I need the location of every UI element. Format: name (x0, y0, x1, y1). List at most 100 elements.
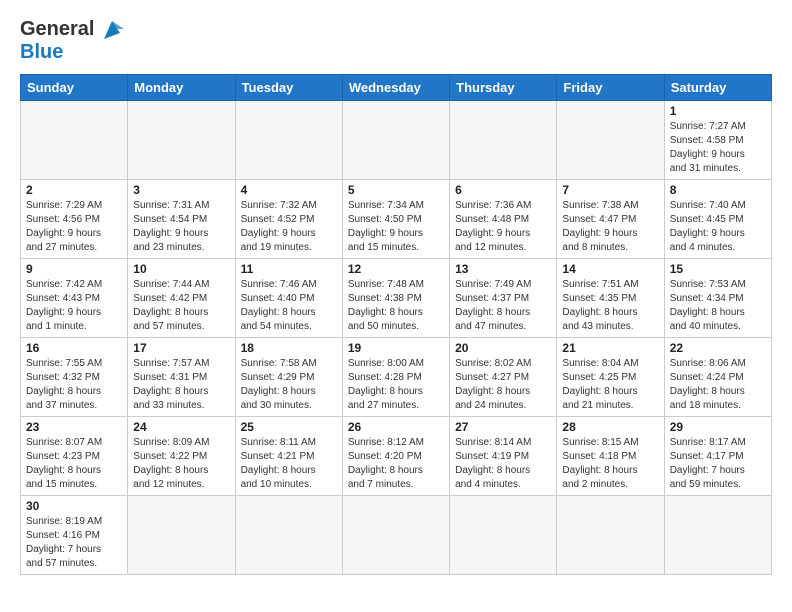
day-info: Sunrise: 7:55 AM Sunset: 4:32 PM Dayligh… (26, 357, 122, 413)
day-info: Sunrise: 8:17 AM Sunset: 4:17 PM Dayligh… (670, 436, 766, 492)
day-info: Sunrise: 8:19 AM Sunset: 4:16 PM Dayligh… (26, 515, 122, 571)
day-info: Sunrise: 8:09 AM Sunset: 4:22 PM Dayligh… (133, 436, 229, 492)
day-info: Sunrise: 7:42 AM Sunset: 4:43 PM Dayligh… (26, 278, 122, 334)
calendar-cell (21, 101, 128, 180)
weekday-header-monday: Monday (128, 75, 235, 101)
day-info: Sunrise: 7:31 AM Sunset: 4:54 PM Dayligh… (133, 199, 229, 255)
calendar-cell: 10Sunrise: 7:44 AM Sunset: 4:42 PM Dayli… (128, 259, 235, 338)
calendar-cell: 7 Sunrise: 7:38 AM Sunset: 4:47 PM Daylig… (557, 180, 664, 259)
calendar-cell: 5 Sunrise: 7:34 AM Sunset: 4:50 PM Daylig… (342, 180, 449, 259)
day-info: Sunrise: 7:57 AM Sunset: 4:31 PM Dayligh… (133, 357, 229, 413)
day-number: 9 (26, 262, 122, 276)
day-number: 14 (562, 262, 658, 276)
day-info: Sunrise: 7:36 AM Sunset: 4:48 PM Dayligh… (455, 199, 551, 255)
calendar-cell: 3 Sunrise: 7:31 AM Sunset: 4:54 PM Daylig… (128, 180, 235, 259)
logo-blue-text: Blue (20, 41, 63, 63)
day-number: 19 (348, 341, 444, 355)
weekday-header-saturday: Saturday (664, 75, 771, 101)
calendar-cell (235, 101, 342, 180)
calendar-cell: 22Sunrise: 8:06 AM Sunset: 4:24 PM Dayli… (664, 338, 771, 417)
calendar-cell: 27 Sunrise: 8:14 AM Sunset: 4:19 PM Dayli… (450, 417, 557, 496)
calendar-cell: 13Sunrise: 7:49 AM Sunset: 4:37 PM Dayli… (450, 259, 557, 338)
day-number: 7 (562, 183, 658, 197)
day-number: 11 (241, 262, 337, 276)
day-info: Sunrise: 7:34 AM Sunset: 4:50 PM Dayligh… (348, 199, 444, 255)
day-info: Sunrise: 7:48 AM Sunset: 4:38 PM Dayligh… (348, 278, 444, 334)
calendar-cell (557, 101, 664, 180)
day-info: Sunrise: 7:44 AM Sunset: 4:42 PM Dayligh… (133, 278, 229, 334)
day-number: 26 (348, 420, 444, 434)
calendar-row-2: 2Sunrise: 7:29 AM Sunset: 4:56 PM Daylig… (21, 180, 772, 259)
calendar-cell (128, 101, 235, 180)
day-info: Sunrise: 8:02 AM Sunset: 4:27 PM Dayligh… (455, 357, 551, 413)
calendar-cell: 1 Sunrise: 7:27 AM Sunset: 4:58 PM Daylig… (664, 101, 771, 180)
day-info: Sunrise: 8:11 AM Sunset: 4:21 PM Dayligh… (241, 436, 337, 492)
day-number: 4 (241, 183, 337, 197)
day-number: 13 (455, 262, 551, 276)
day-info: Sunrise: 8:07 AM Sunset: 4:23 PM Dayligh… (26, 436, 122, 492)
calendar-cell (450, 496, 557, 575)
calendar-cell: 30 Sunrise: 8:19 AM Sunset: 4:16 PM Dayli… (21, 496, 128, 575)
day-number: 8 (670, 183, 766, 197)
logo: General Blue (20, 18, 126, 64)
day-number: 17 (133, 341, 229, 355)
day-info: Sunrise: 8:04 AM Sunset: 4:25 PM Dayligh… (562, 357, 658, 413)
day-number: 12 (348, 262, 444, 276)
calendar-cell (128, 496, 235, 575)
calendar-cell: 2Sunrise: 7:29 AM Sunset: 4:56 PM Daylig… (21, 180, 128, 259)
day-number: 3 (133, 183, 229, 197)
day-number: 28 (562, 420, 658, 434)
calendar-cell: 8Sunrise: 7:40 AM Sunset: 4:45 PM Daylig… (664, 180, 771, 259)
calendar-cell (342, 101, 449, 180)
day-info: Sunrise: 8:00 AM Sunset: 4:28 PM Dayligh… (348, 357, 444, 413)
day-info: Sunrise: 7:38 AM Sunset: 4:47 PM Dayligh… (562, 199, 658, 255)
day-number: 5 (348, 183, 444, 197)
calendar-row-6: 30 Sunrise: 8:19 AM Sunset: 4:16 PM Dayli… (21, 496, 772, 575)
calendar-cell: 11Sunrise: 7:46 AM Sunset: 4:40 PM Dayli… (235, 259, 342, 338)
day-number: 30 (26, 499, 122, 513)
weekday-header-sunday: Sunday (21, 75, 128, 101)
day-info: Sunrise: 7:27 AM Sunset: 4:58 PM Dayligh… (670, 120, 766, 176)
calendar-cell: 18Sunrise: 7:58 AM Sunset: 4:29 PM Dayli… (235, 338, 342, 417)
calendar-row-5: 23 Sunrise: 8:07 AM Sunset: 4:23 PM Dayli… (21, 417, 772, 496)
day-number: 21 (562, 341, 658, 355)
day-number: 20 (455, 341, 551, 355)
calendar-cell: 12 Sunrise: 7:48 AM Sunset: 4:38 PM Dayli… (342, 259, 449, 338)
day-info: Sunrise: 8:14 AM Sunset: 4:19 PM Dayligh… (455, 436, 551, 492)
day-number: 24 (133, 420, 229, 434)
calendar-cell: 15Sunrise: 7:53 AM Sunset: 4:34 PM Dayli… (664, 259, 771, 338)
calendar-cell: 28 Sunrise: 8:15 AM Sunset: 4:18 PM Dayli… (557, 417, 664, 496)
weekday-header-thursday: Thursday (450, 75, 557, 101)
day-info: Sunrise: 8:15 AM Sunset: 4:18 PM Dayligh… (562, 436, 658, 492)
calendar-cell: 6Sunrise: 7:36 AM Sunset: 4:48 PM Daylig… (450, 180, 557, 259)
calendar-cell (664, 496, 771, 575)
calendar-row-3: 9 Sunrise: 7:42 AM Sunset: 4:43 PM Daylig… (21, 259, 772, 338)
day-number: 23 (26, 420, 122, 434)
weekday-header-friday: Friday (557, 75, 664, 101)
calendar-cell: 9 Sunrise: 7:42 AM Sunset: 4:43 PM Daylig… (21, 259, 128, 338)
logo-icon (98, 19, 126, 41)
day-info: Sunrise: 7:58 AM Sunset: 4:29 PM Dayligh… (241, 357, 337, 413)
calendar-cell (342, 496, 449, 575)
weekday-header-tuesday: Tuesday (235, 75, 342, 101)
day-number: 29 (670, 420, 766, 434)
day-info: Sunrise: 7:53 AM Sunset: 4:34 PM Dayligh… (670, 278, 766, 334)
calendar-cell: 16Sunrise: 7:55 AM Sunset: 4:32 PM Dayli… (21, 338, 128, 417)
day-number: 25 (241, 420, 337, 434)
calendar-cell: 19 Sunrise: 8:00 AM Sunset: 4:28 PM Dayli… (342, 338, 449, 417)
day-info: Sunrise: 7:32 AM Sunset: 4:52 PM Dayligh… (241, 199, 337, 255)
day-number: 22 (670, 341, 766, 355)
calendar-cell: 26 Sunrise: 8:12 AM Sunset: 4:20 PM Dayli… (342, 417, 449, 496)
calendar-cell (235, 496, 342, 575)
calendar-cell: 21 Sunrise: 8:04 AM Sunset: 4:25 PM Dayli… (557, 338, 664, 417)
day-number: 27 (455, 420, 551, 434)
header: General Blue (20, 18, 772, 64)
calendar-cell: 24 Sunrise: 8:09 AM Sunset: 4:22 PM Dayli… (128, 417, 235, 496)
calendar-cell (557, 496, 664, 575)
weekday-header-row: SundayMondayTuesdayWednesdayThursdayFrid… (21, 75, 772, 101)
calendar-cell: 17 Sunrise: 7:57 AM Sunset: 4:31 PM Dayli… (128, 338, 235, 417)
calendar-cell: 20 Sunrise: 8:02 AM Sunset: 4:27 PM Dayli… (450, 338, 557, 417)
calendar-cell: 25 Sunrise: 8:11 AM Sunset: 4:21 PM Dayli… (235, 417, 342, 496)
day-number: 1 (670, 104, 766, 118)
day-info: Sunrise: 8:12 AM Sunset: 4:20 PM Dayligh… (348, 436, 444, 492)
